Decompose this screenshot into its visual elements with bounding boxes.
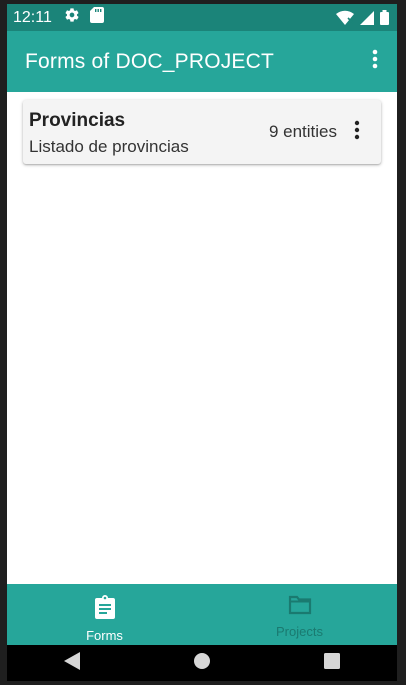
entity-count: 9 entities [268,122,337,141]
more-vert-icon [354,120,360,145]
app-bar: Forms of DOC_PROJECT [7,31,397,92]
clipboard-icon [94,595,116,624]
battery-icon [380,10,389,30]
signal-icon [360,10,374,30]
forms-list: Provincias Listado de provincias 9 entit… [7,92,397,584]
bottom-navigation: Forms Projects [7,584,397,645]
nav-item-forms[interactable]: Forms [7,584,202,645]
phone-screen: 12:11 Forms of DOC_PROJECT Provincias Li… [7,4,397,681]
form-subtitle: Listado de provincias [29,137,189,156]
status-bar: 12:11 [7,4,397,31]
nav-label-forms: Forms [86,628,123,643]
overflow-menu-button[interactable] [363,49,387,73]
more-vert-icon [372,49,378,74]
back-icon [64,651,80,675]
system-navigation-bar [7,645,397,681]
status-icons-left [64,7,104,28]
form-menu-button[interactable] [347,120,367,144]
status-icons-right [336,10,389,30]
form-title: Provincias [29,110,126,131]
sd-card-icon [89,7,104,28]
recents-button[interactable] [312,648,352,678]
nav-label-projects: Projects [276,624,323,639]
recents-icon [324,652,340,674]
status-time: 12:11 [13,8,52,26]
form-card[interactable]: Provincias Listado de provincias 9 entit… [23,100,381,164]
nav-item-projects[interactable]: Projects [202,584,397,645]
page-title: Forms of DOC_PROJECT [25,49,275,73]
folder-icon [288,595,312,620]
wifi-icon [336,10,354,30]
back-button[interactable] [52,648,92,678]
home-button[interactable] [182,648,222,678]
home-icon [194,652,210,674]
settings-icon [64,7,80,28]
